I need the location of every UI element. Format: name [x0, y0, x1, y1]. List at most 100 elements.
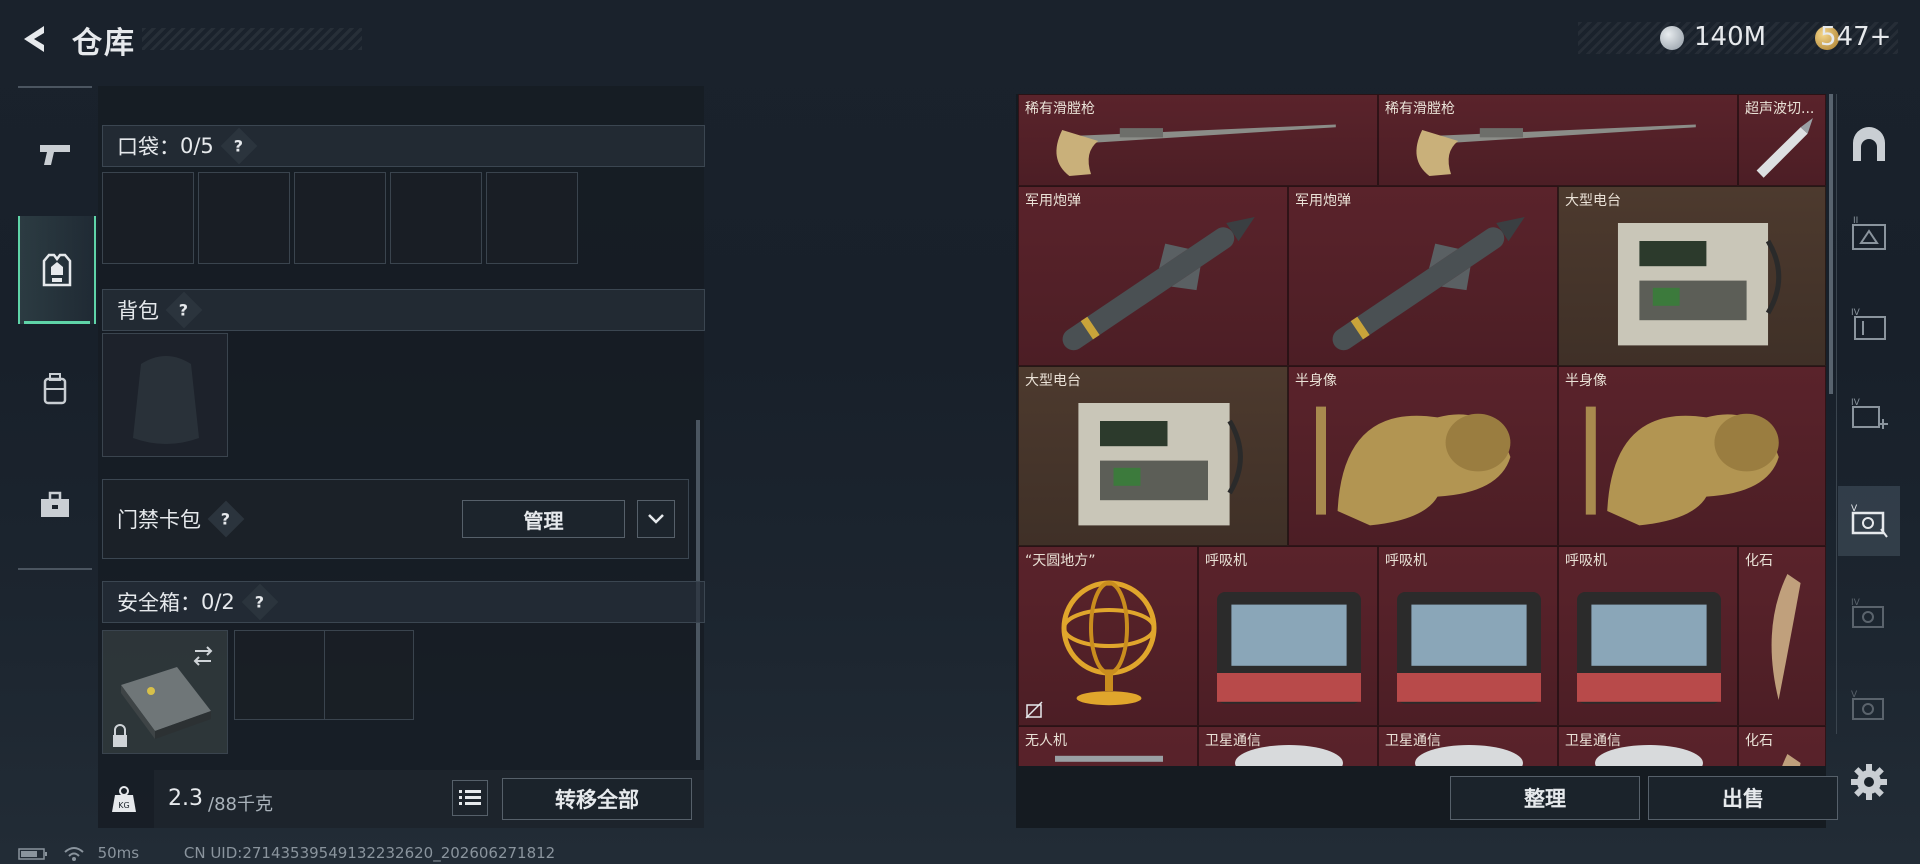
weight-icon-container: KG [98, 770, 150, 828]
list-view-button[interactable] [452, 780, 488, 816]
missile-icon [1332, 217, 1525, 351]
list-icon [459, 790, 481, 805]
pistol-icon [40, 145, 70, 165]
status-bar: 50ms CN UID:2714353954913223262‌0_202606… [18, 844, 555, 862]
safebox-empty-slot[interactable] [234, 630, 414, 720]
rail-storage-v[interactable]: V [1838, 672, 1900, 742]
pocket-slot[interactable] [102, 172, 194, 264]
gold-amount[interactable]: 547+ [1820, 22, 1891, 52]
safebox-label: 安全箱： [117, 591, 201, 615]
category-nav [18, 86, 96, 570]
bust-icon [1585, 406, 1779, 526]
backpack-icon [43, 373, 67, 405]
nav-weapon[interactable] [18, 118, 92, 192]
ventilator-icon [1397, 592, 1541, 704]
storage-add-icon: IV [1851, 398, 1888, 429]
grid-item-label: 超声波切... [1745, 101, 1815, 117]
rail-storage-4[interactable]: IV [1838, 290, 1900, 360]
grid-item-label: 化石 [1745, 733, 1773, 749]
wifi-icon [64, 846, 84, 861]
grid-item-label: 大型电台 [1025, 373, 1081, 389]
keycard-dropdown-button[interactable] [637, 500, 675, 538]
grid-item[interactable]: 化石 [1738, 726, 1826, 766]
grid-item[interactable]: “天圆地方” [1018, 546, 1198, 726]
pocket-slot[interactable] [198, 172, 290, 264]
grid-item[interactable]: 半身像 [1288, 366, 1558, 546]
pocket-count: 0/5 [180, 134, 214, 158]
sort-button[interactable]: 整理 [1450, 776, 1640, 820]
grid-item-label: 稀有滑膛枪 [1385, 101, 1455, 117]
grid-item[interactable]: 呼吸机 [1558, 546, 1738, 726]
backpack-label: 背包 [117, 299, 159, 323]
page-title: 仓库 [72, 26, 136, 61]
nav-equipment[interactable] [18, 216, 96, 324]
radio-icon [1617, 223, 1782, 346]
rail-storage-1[interactable]: II [1838, 200, 1900, 270]
svg-text:KG: KG [118, 801, 129, 810]
grid-item[interactable]: 军用炮弹 [1018, 186, 1288, 366]
svg-text:IV: IV [1851, 308, 1861, 318]
transfer-all-button[interactable]: 转移全部 [502, 778, 692, 820]
svg-text:IV: IV [1851, 598, 1861, 608]
backpack-slot[interactable] [102, 333, 228, 457]
pocket-header: 口袋： 0/5 ? [102, 125, 705, 167]
pocket-slot[interactable] [486, 172, 578, 264]
grid-item[interactable]: 卫星通信 [1378, 726, 1558, 766]
grid-item[interactable]: 超声波切... [1738, 94, 1826, 186]
battery-icon [18, 847, 47, 860]
safebox-slot[interactable] [102, 630, 228, 754]
backpack-header: 背包 ? [102, 289, 705, 331]
grid-item[interactable]: 军用炮弹 [1288, 186, 1558, 366]
nav-backpack[interactable] [18, 352, 92, 426]
grid-item[interactable]: 半身像 [1558, 366, 1826, 546]
weight-max: /88千克 [208, 794, 273, 815]
grid-item[interactable]: 卫星通信 [1198, 726, 1378, 766]
storage-tab-1-icon: II [1852, 216, 1886, 250]
backpack-help-icon[interactable]: ? [165, 291, 203, 329]
armor-vest-icon [42, 253, 72, 287]
backpack-silhouette-icon [133, 356, 199, 444]
grid-item[interactable]: 无人机 [1018, 726, 1198, 766]
radio-icon [1078, 403, 1243, 526]
grid-item-label: 卫星通信 [1205, 733, 1261, 749]
storage-tab-4-icon: IV [1851, 308, 1886, 340]
safebox-help-icon[interactable]: ? [241, 583, 279, 621]
ventilator-icon [1577, 592, 1721, 704]
back-arrow-icon[interactable] [18, 22, 52, 56]
rail-base[interactable] [1838, 110, 1900, 180]
grid-item[interactable]: 卫星通信 [1558, 726, 1738, 766]
pocket-slot[interactable] [390, 172, 482, 264]
grid-item[interactable]: 大型电台 [1018, 366, 1288, 546]
grid-item[interactable]: 化石 [1738, 546, 1826, 726]
pocket-slot[interactable] [294, 172, 386, 264]
grid-item-label: 半身像 [1295, 373, 1337, 389]
storage-tab-5-icon: V [1851, 504, 1888, 538]
grid-item[interactable]: 大型电台 [1558, 186, 1826, 366]
rail-storage-add[interactable]: IV [1838, 380, 1900, 450]
silver-amount[interactable]: 140M [1694, 22, 1766, 52]
rail-storage-5[interactable]: V [1838, 486, 1900, 556]
grid-item[interactable]: 稀有滑膛枪 [1018, 94, 1378, 186]
sell-button[interactable]: 出售 [1648, 776, 1838, 820]
nav-toolbox[interactable] [18, 468, 92, 542]
keycard-label: 门禁卡包 [117, 508, 201, 532]
fossil-icon [1771, 574, 1801, 700]
keycard-help-icon[interactable]: ? [207, 500, 245, 538]
chevron-down-icon [648, 514, 664, 524]
grid-item[interactable]: 稀有滑膛枪 [1378, 94, 1738, 186]
grid-item-label: 半身像 [1565, 373, 1607, 389]
grid-item-label: 稀有滑膛枪 [1025, 101, 1095, 117]
grid-item[interactable]: 呼吸机 [1378, 546, 1558, 726]
uid-text: CN UID:2714353954913223262‌0_20260627181… [183, 844, 556, 862]
svg-text:V: V [1851, 504, 1858, 514]
manage-button[interactable]: 管理 [462, 500, 625, 538]
base-icon [1853, 127, 1885, 161]
grid-item-label: “天圆地方” [1025, 553, 1096, 569]
pocket-help-icon[interactable]: ? [220, 127, 258, 165]
storage-scrollbar[interactable] [1829, 94, 1833, 394]
grid-item[interactable]: 呼吸机 [1198, 546, 1378, 726]
gear-icon[interactable] [1849, 762, 1889, 802]
rail-storage-iv[interactable]: IV [1838, 580, 1900, 650]
grid-item-label: 呼吸机 [1565, 553, 1607, 569]
svg-text:II: II [1853, 216, 1858, 226]
